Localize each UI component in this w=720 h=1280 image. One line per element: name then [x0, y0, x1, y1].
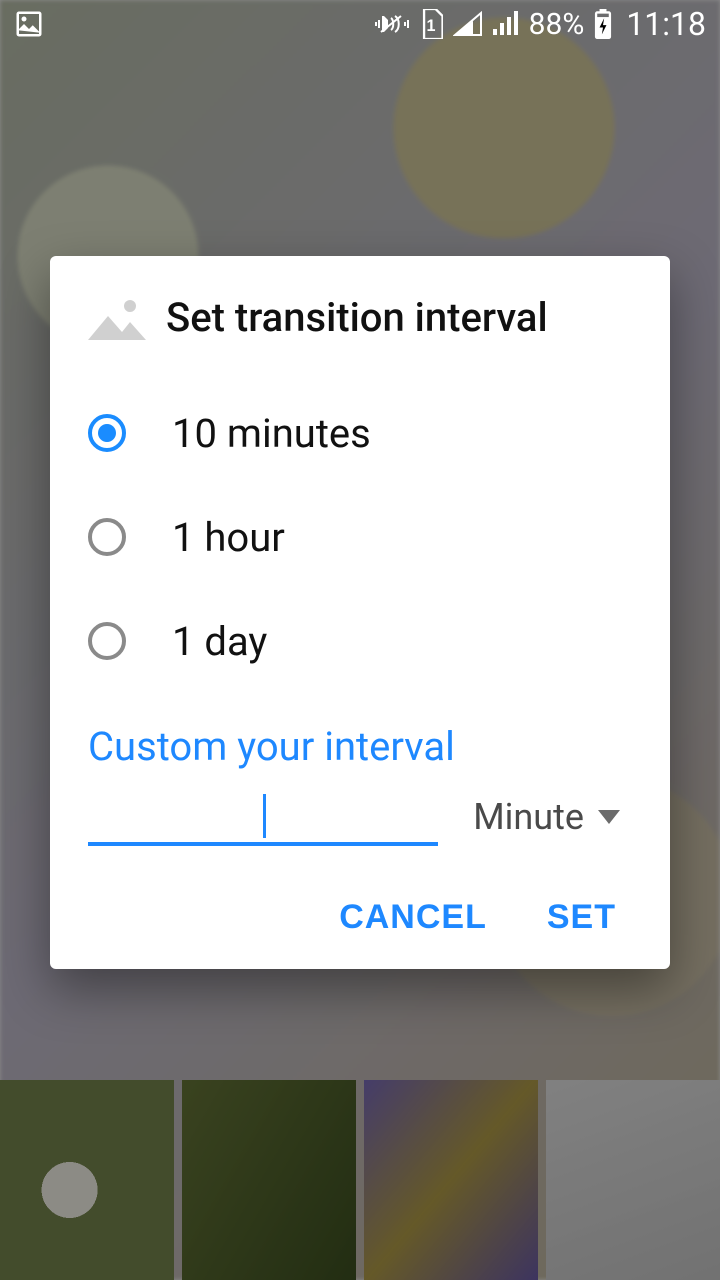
signal-2-icon	[493, 11, 519, 37]
option-label: 10 minutes	[172, 410, 371, 457]
status-bar: 1 88% 11:18	[0, 0, 720, 48]
custom-interval-input[interactable]	[88, 790, 438, 846]
signal-1-icon	[453, 11, 483, 37]
custom-interval-row: Minute	[50, 790, 670, 866]
custom-interval-label: Custom your interval	[50, 693, 670, 790]
image-placeholder-icon	[88, 296, 146, 340]
radio-icon	[88, 622, 126, 660]
dialog-title: Set transition interval	[166, 294, 548, 341]
text-cursor	[263, 794, 266, 838]
unit-dropdown[interactable]: Minute	[473, 796, 620, 846]
transition-interval-dialog: Set transition interval 10 minutes 1 hou…	[50, 256, 670, 969]
vibrate-mute-icon	[375, 9, 409, 39]
chevron-down-icon	[598, 810, 620, 824]
option-10-minutes[interactable]: 10 minutes	[88, 381, 632, 485]
clock-text: 11:18	[626, 5, 706, 43]
option-1-day[interactable]: 1 day	[88, 589, 632, 693]
radio-icon	[88, 518, 126, 556]
dialog-header: Set transition interval	[50, 294, 670, 371]
option-1-hour[interactable]: 1 hour	[88, 485, 632, 589]
set-button[interactable]: SET	[547, 898, 616, 937]
radio-icon	[88, 414, 126, 452]
cancel-button[interactable]: CANCEL	[339, 898, 487, 937]
dialog-actions: CANCEL SET	[50, 866, 670, 937]
option-label: 1 hour	[172, 514, 285, 561]
svg-text:1: 1	[426, 17, 435, 35]
option-label: 1 day	[172, 618, 267, 665]
image-notification-icon	[14, 9, 44, 39]
interval-options: 10 minutes 1 hour 1 day	[50, 371, 670, 693]
battery-percent: 88%	[529, 7, 585, 42]
sim-card-icon: 1	[419, 9, 443, 39]
battery-charging-icon	[594, 9, 612, 39]
unit-selected-text: Minute	[473, 796, 584, 838]
